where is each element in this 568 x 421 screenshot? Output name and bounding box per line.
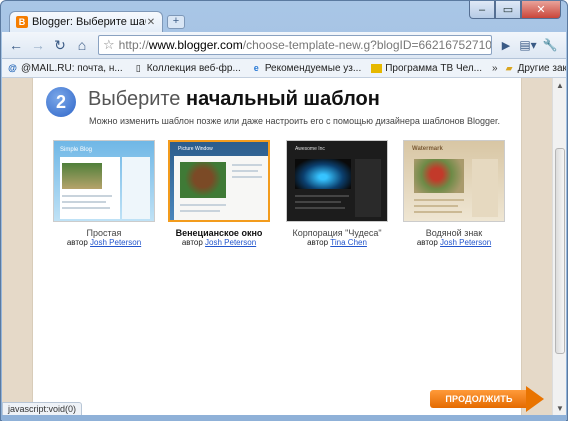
url-host: www.blogger.com [148,38,243,52]
go-arrow-icon[interactable]: ▶ [496,35,516,55]
title-bold: начальный шаблон [185,88,380,110]
window-controls: – ▭ ✕ [469,1,561,19]
ie-icon: e [253,63,259,73]
thumb-title: Picture Window [178,146,213,152]
step-number-badge: 2 [46,87,76,117]
bookmark-label: Рекомендуемые уз... [264,62,362,74]
bookmark-item-mailru[interactable]: @ @MAIL.RU: почта, н... [7,63,123,74]
continue-label: ПРОДОЛЖИТЬ [430,390,528,408]
title-light: Выберите [88,88,181,110]
author-link[interactable]: Josh Peterson [90,238,141,247]
template-author-line: автор Josh Peterson [53,238,155,247]
template-name: Простая [86,228,122,238]
author-prefix: автор [66,238,88,247]
thumb-title: Awesome Inc [295,146,325,152]
bookmark-star-icon[interactable]: ☆ [103,37,115,53]
bookmark-item-recommended[interactable]: e Рекомендуемые уз... [251,63,361,74]
template-author-line: автор Tina Chen [286,238,388,247]
template-name: Водяной знак [425,228,483,238]
page-viewport: 2 Выберите начальный шаблон Можно измени… [2,78,552,415]
url-path: /choose-template-new.g?blogID=6621675271… [242,38,492,52]
author-prefix: автор [416,238,438,247]
author-prefix: автор [181,238,203,247]
thumb-title: Simple Blog [60,147,93,153]
thumb-title: Watermark [412,146,443,152]
bookmarks-overflow-button[interactable]: » [492,63,498,74]
template-thumbnail[interactable]: Awesome Inc [286,140,388,222]
vertical-scrollbar[interactable]: ▲ ▼ [552,78,566,415]
author-prefix: автор [307,238,329,247]
template-awesome-inc[interactable]: Awesome Inc Корпорация "Чудеса" автор Ti… [286,140,388,247]
back-arrow-icon[interactable]: ← [6,35,26,55]
maximize-button[interactable]: ▭ [495,1,521,19]
bookmarks-bar: @ @MAIL.RU: почта, н... ▯ Коллекция веб-… [2,59,566,78]
bookmark-label: Программа ТВ Чел... [385,62,483,74]
content-panel: 2 Выберите начальный шаблон Можно измени… [32,78,544,415]
template-simple[interactable]: Simple Blog Простая автор Josh Peterson [53,140,155,247]
status-bar: javascript:void(0) [2,402,83,416]
page-title: Выберите начальный шаблон [88,88,380,111]
tab-close-icon[interactable]: ✕ [146,17,156,28]
template-name: Венецианское окно [175,228,263,238]
tab-title: Blogger: Выберите шабл... [32,16,146,28]
template-author-line: автор Josh Peterson [403,238,505,247]
template-thumbnail[interactable]: Watermark [403,140,505,222]
bookmark-item-tv[interactable]: Программа ТВ Чел... [371,63,482,74]
author-link[interactable]: Tina Chen [330,238,367,247]
window-bottom-border [2,415,566,421]
home-icon[interactable]: ⌂ [72,35,92,55]
close-window-button[interactable]: ✕ [521,1,561,19]
page-menu-icon[interactable]: ▤▾ [518,35,538,55]
tab-blogger[interactable]: B Blogger: Выберите шабл... ✕ [9,11,163,32]
mailru-icon: @ [8,63,17,73]
template-gallery: Simple Blog Простая автор Josh Peterson [53,140,513,250]
bookmark-label: @MAIL.RU: почта, н... [21,62,123,74]
template-name: Корпорация "Чудеса" [292,228,382,238]
browser-window: B Blogger: Выберите шабл... ✕ + – ▭ ✕ ← … [0,0,568,421]
page-icon: ▯ [135,62,141,73]
scrollbar-thumb[interactable] [555,148,565,354]
continue-button[interactable]: ПРОДОЛЖИТЬ [430,386,548,412]
tv-icon [371,63,383,73]
url-scheme: http:// [118,38,149,52]
bookmark-item-collection[interactable]: ▯ Коллекция веб-фр... [133,63,241,74]
other-bookmarks-label: Другие закладки [517,62,566,74]
bookmark-label: Коллекция веб-фр... [146,62,241,74]
blogger-favicon-icon: B [16,16,28,28]
reload-icon[interactable]: ↻ [50,35,70,55]
forward-arrow-icon[interactable]: → [28,35,48,55]
scroll-down-arrow-icon[interactable]: ▼ [553,401,567,415]
new-tab-button[interactable]: + [167,15,185,29]
author-link[interactable]: Josh Peterson [205,238,256,247]
minimize-button[interactable]: – [469,1,495,19]
author-link[interactable]: Josh Peterson [440,238,491,247]
scroll-up-arrow-icon[interactable]: ▲ [553,78,567,92]
template-thumbnail[interactable]: Simple Blog [53,140,155,222]
other-bookmarks-folder[interactable]: ▰ Другие закладки [504,63,566,74]
wrench-menu-icon[interactable]: 🔧 [540,35,560,55]
tab-strip: B Blogger: Выберите шабл... ✕ + – ▭ ✕ [1,1,567,32]
template-watermark[interactable]: Watermark Водяной знак автор Josh Peters… [403,140,505,247]
folder-icon: ▰ [505,62,513,73]
page-subtitle: Можно изменить шаблон позже или даже нас… [89,116,500,126]
browser-toolbar: ← → ↻ ⌂ ☆ http://www.blogger.com/choose-… [2,32,566,59]
template-thumbnail[interactable]: Picture Window [168,140,270,222]
template-author-line: автор Josh Peterson [168,238,270,247]
arrow-right-icon [526,386,544,412]
address-bar[interactable]: ☆ http://www.blogger.com/choose-template… [98,35,492,55]
template-picture-window[interactable]: Picture Window Венецианское окно автор J… [168,140,270,247]
